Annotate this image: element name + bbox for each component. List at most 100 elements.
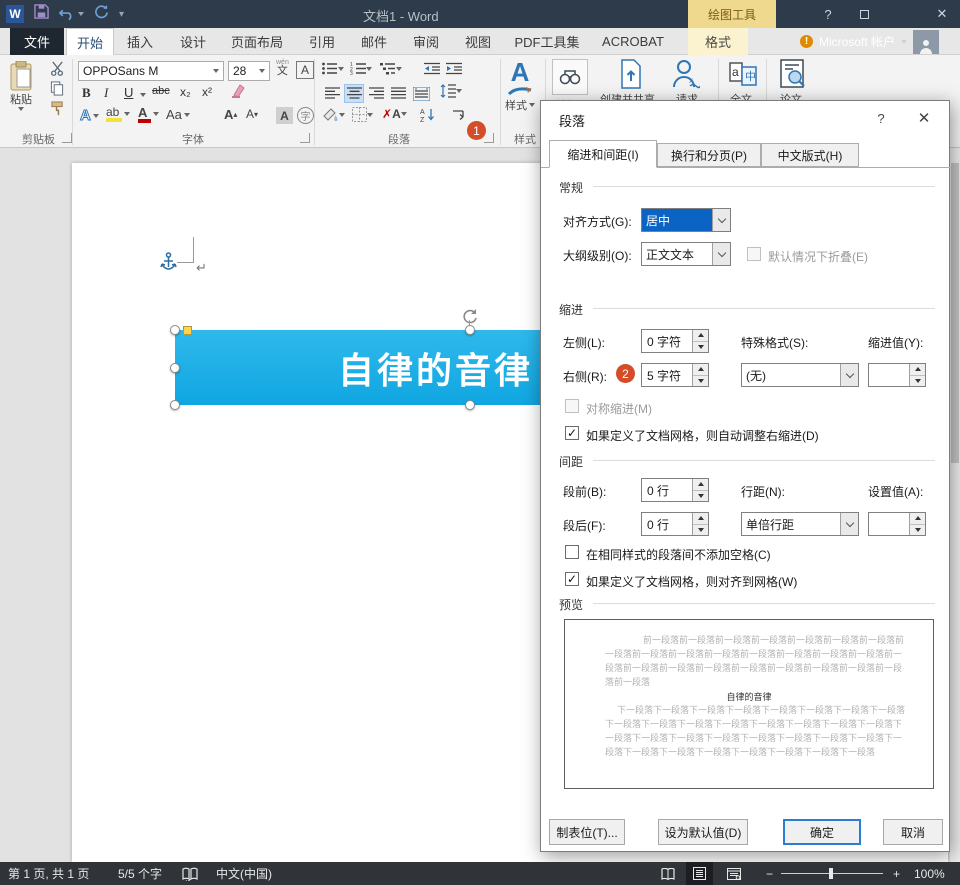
editing-button[interactable]	[552, 59, 588, 95]
indent-left-spinner[interactable]: 0 字符	[641, 329, 709, 353]
sort-icon[interactable]: AZ	[420, 107, 436, 122]
resize-handle-bottom-left[interactable]	[170, 400, 180, 410]
decrease-indent-icon[interactable]	[424, 62, 440, 75]
space-after-spinner[interactable]: 0 行	[641, 512, 709, 536]
distribute-icon[interactable]	[410, 84, 432, 103]
paste-button[interactable]: 粘贴	[8, 61, 34, 111]
qat-customize-icon[interactable]: ▾	[119, 9, 124, 20]
undo-icon[interactable]	[59, 7, 84, 21]
tabs-button[interactable]: 制表位(T)...	[549, 819, 625, 845]
spacing-at-spinner[interactable]	[868, 512, 926, 536]
tab-acrobat[interactable]: ACROBAT	[594, 28, 672, 55]
tab-page-layout[interactable]: 页面布局	[224, 28, 290, 55]
word-count[interactable]: 5/5 个字	[118, 862, 162, 885]
tab-design[interactable]: 设计	[170, 28, 216, 55]
format-painter-icon[interactable]	[50, 101, 65, 116]
translate-icon[interactable]: a中	[728, 59, 758, 89]
shrink-font-icon[interactable]: A▾	[246, 107, 258, 121]
superscript-button[interactable]: x²	[202, 85, 212, 99]
cancel-button[interactable]: 取消	[883, 819, 943, 845]
set-default-button[interactable]: 设为默认值(D)	[658, 819, 748, 845]
dialog-tab-asian-typography[interactable]: 中文版式(H)	[761, 143, 859, 167]
resize-handle-bottom[interactable]	[465, 400, 475, 410]
space-before-spinner[interactable]: 0 行	[641, 478, 709, 502]
resize-handle-top-left[interactable]	[170, 325, 180, 335]
indent-right-spinner[interactable]: 5 字符	[641, 363, 709, 387]
web-layout-icon[interactable]	[720, 862, 747, 885]
tab-references[interactable]: 引用	[300, 28, 344, 55]
styles-button[interactable]: A 样式	[505, 59, 535, 113]
maximize-icon[interactable]	[850, 3, 878, 25]
dialog-tab-indents-spacing[interactable]: 缩进和间距(I)	[549, 140, 657, 168]
page-indicator[interactable]: 第 1 页, 共 1 页	[8, 862, 89, 885]
language-indicator[interactable]: 中文(中国)	[216, 862, 272, 885]
change-case-icon[interactable]: Aa	[166, 107, 190, 122]
phonetic-guide-icon[interactable]: wén 文	[276, 59, 289, 77]
tab-insert[interactable]: 插入	[118, 28, 162, 55]
tab-format[interactable]: 格式	[688, 28, 748, 55]
increase-indent-icon[interactable]	[446, 62, 462, 75]
multilevel-list-icon[interactable]	[380, 62, 402, 75]
alignment-select[interactable]: 居中	[641, 208, 731, 232]
proofing-icon[interactable]	[182, 862, 198, 885]
snap-to-grid-checkbox[interactable]: ✓	[565, 572, 579, 586]
font-color-icon[interactable]: A	[138, 105, 159, 123]
asian-layout-icon[interactable]: ✗A	[382, 107, 407, 121]
tab-review[interactable]: 审阅	[404, 28, 448, 55]
shading-icon[interactable]	[322, 107, 345, 122]
align-center-icon[interactable]	[344, 84, 364, 103]
subscript-button[interactable]: x₂	[180, 85, 191, 99]
cut-icon[interactable]	[50, 61, 65, 76]
zoom-in-button[interactable]: +	[893, 862, 900, 885]
paper-check-icon[interactable]	[778, 59, 808, 89]
bold-button[interactable]: B	[82, 85, 91, 101]
redo-icon[interactable]	[94, 4, 109, 24]
adjust-handle[interactable]	[183, 326, 192, 335]
highlight-color-icon[interactable]: ab	[106, 105, 130, 122]
tab-file[interactable]: 文件	[10, 28, 64, 55]
font-name-select[interactable]: OPPOSans M	[78, 61, 224, 81]
align-right-icon[interactable]	[366, 84, 386, 103]
help-icon[interactable]: ?	[814, 3, 842, 25]
avatar[interactable]	[913, 30, 939, 54]
no-space-same-style-checkbox[interactable]	[565, 545, 579, 559]
account-area[interactable]: ! Microsoft 帐户	[800, 28, 939, 55]
dialog-close-icon[interactable]: ✕	[909, 107, 939, 129]
word-app-icon[interactable]: W	[6, 5, 24, 23]
bullets-icon[interactable]	[322, 62, 344, 75]
vertical-scrollbar-thumb[interactable]	[951, 163, 959, 463]
resize-handle-top[interactable]	[465, 325, 475, 335]
tab-view[interactable]: 视图	[456, 28, 500, 55]
tab-home[interactable]: 开始	[66, 28, 114, 55]
auto-adjust-right-indent-checkbox[interactable]: ✓	[565, 426, 579, 440]
italic-button[interactable]: I	[104, 85, 108, 101]
font-dialog-launcher-icon[interactable]	[300, 133, 310, 143]
create-share-pdf-icon[interactable]	[618, 59, 644, 89]
underline-caret-icon[interactable]	[140, 93, 146, 97]
paragraph-dialog-launcher-icon[interactable]	[484, 133, 494, 143]
copy-icon[interactable]	[50, 81, 64, 96]
zoom-slider-thumb[interactable]	[829, 868, 833, 879]
justify-icon[interactable]	[388, 84, 408, 103]
character-shading-icon[interactable]: A	[276, 107, 293, 124]
special-indent-select[interactable]: (无)	[741, 363, 859, 387]
align-left-icon[interactable]	[322, 84, 342, 103]
print-layout-icon[interactable]	[686, 862, 713, 885]
borders-icon[interactable]	[352, 107, 373, 122]
tab-pdf-tools[interactable]: PDF工具集	[508, 28, 586, 55]
clear-formatting-icon[interactable]	[230, 83, 248, 99]
collapsed-by-default-checkbox[interactable]	[747, 247, 761, 261]
grow-font-icon[interactable]: A▴	[224, 107, 237, 122]
show-hide-mark-icon[interactable]	[452, 107, 467, 121]
strikethrough-button[interactable]: abc	[152, 85, 170, 97]
indent-by-spinner[interactable]	[868, 363, 926, 387]
text-effects-icon[interactable]: A	[80, 107, 99, 124]
save-icon[interactable]	[34, 4, 49, 24]
read-mode-icon[interactable]	[655, 862, 682, 885]
line-spacing-select[interactable]: 单倍行距	[741, 512, 859, 536]
underline-button[interactable]: U	[124, 85, 133, 100]
dialog-tab-line-page-breaks[interactable]: 换行和分页(P)	[657, 143, 761, 167]
character-border-icon[interactable]: A	[296, 61, 314, 79]
font-size-select[interactable]: 28	[228, 61, 270, 81]
zoom-level[interactable]: 100%	[914, 862, 945, 885]
